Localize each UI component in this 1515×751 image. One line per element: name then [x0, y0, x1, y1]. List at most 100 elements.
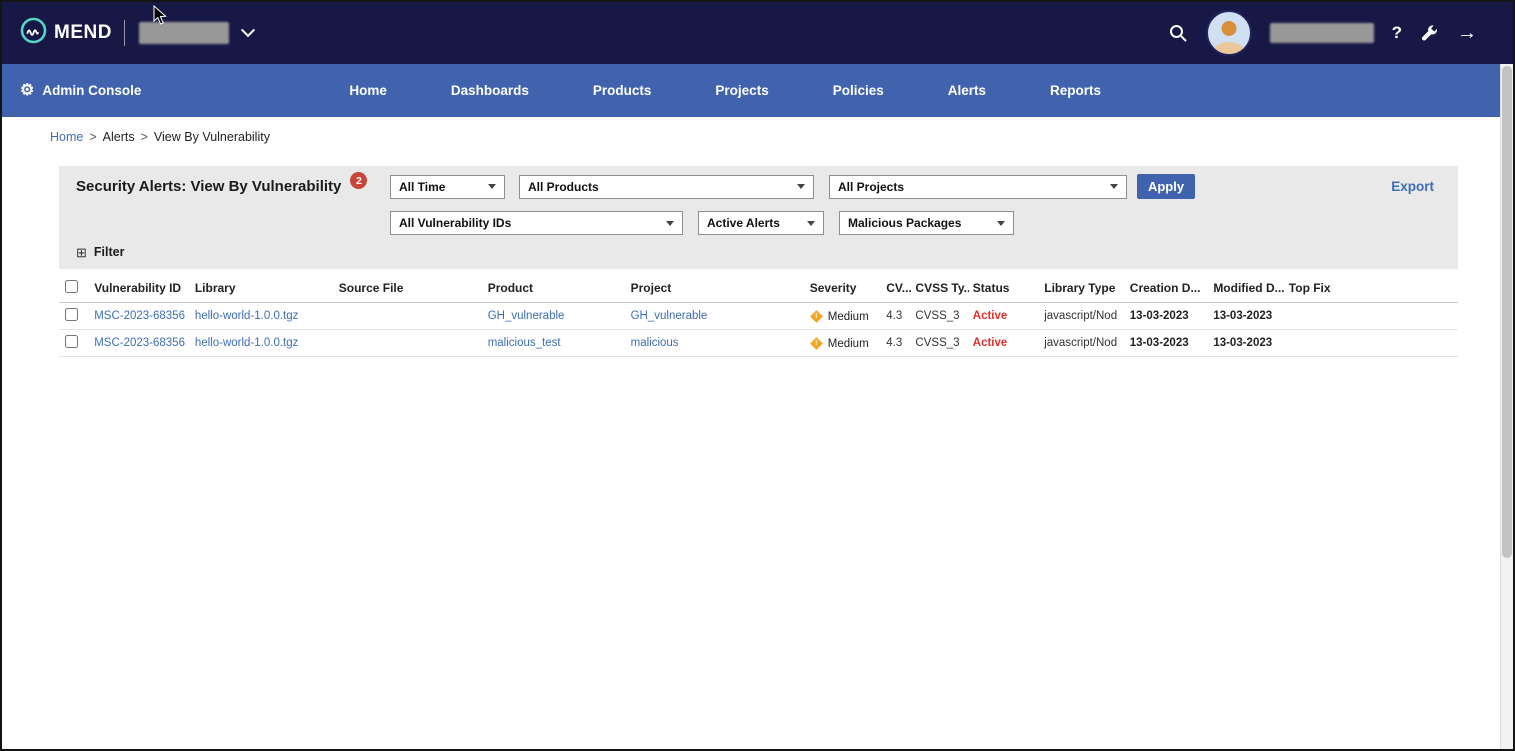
col-vulnerability-id[interactable]: Vulnerability ID [90, 274, 191, 303]
row-checkbox-cell [59, 330, 90, 357]
nav-items: Home Dashboards Products Projects Polici… [349, 83, 1101, 98]
logout-arrow-icon[interactable]: → [1457, 22, 1477, 45]
admin-console-link[interactable]: ⚙ Admin Console [20, 83, 141, 99]
topbar-divider [124, 20, 125, 46]
search-icon[interactable] [1168, 23, 1188, 43]
filter-row-1: Security Alerts: View By Vulnerability 2… [71, 174, 1446, 199]
time-range-value: All Time [399, 180, 445, 194]
col-library-type[interactable]: Library Type [1040, 274, 1126, 303]
cell-severity: ! Medium [806, 303, 882, 330]
alerts-table: Vulnerability ID Library Source File Pro… [59, 274, 1458, 357]
col-cvss-type[interactable]: CVSS Ty... [911, 274, 968, 303]
products-value: All Products [528, 180, 599, 194]
vertical-scrollbar-track[interactable] [1500, 64, 1513, 749]
project-link[interactable]: GH_vulnerable [631, 310, 708, 322]
col-creation-date[interactable]: Creation D... [1126, 274, 1210, 303]
col-severity[interactable]: Severity [806, 274, 882, 303]
org-chevron-down-icon[interactable] [241, 23, 255, 37]
library-link[interactable]: hello-world-1.0.0.tgz [195, 337, 299, 349]
cell-cvss-type: CVSS_3 [911, 330, 968, 357]
nav-item-alerts[interactable]: Alerts [948, 83, 986, 98]
nav-item-products[interactable]: Products [593, 83, 652, 98]
severity-label: Medium [828, 311, 869, 323]
user-name-redacted[interactable] [1270, 23, 1374, 43]
row-checkbox[interactable] [65, 335, 78, 348]
library-link[interactable]: hello-world-1.0.0.tgz [195, 310, 299, 322]
nav-item-home[interactable]: Home [349, 83, 387, 98]
vulnerability-link[interactable]: MSC-2023-68356 [94, 337, 185, 349]
cell-modified-date: 13-03-2023 [1209, 330, 1284, 357]
export-link[interactable]: Export [1391, 179, 1434, 194]
cell-source-file [335, 330, 484, 357]
product-link[interactable]: GH_vulnerable [488, 310, 565, 322]
col-project[interactable]: Project [627, 274, 806, 303]
select-all-header [59, 274, 90, 303]
col-top-fix[interactable]: Top Fix [1285, 274, 1458, 303]
alerts-table-body: MSC-2023-68356 hello-world-1.0.0.tgz GH_… [59, 303, 1458, 357]
apply-button[interactable]: Apply [1137, 174, 1195, 199]
breadcrumb-separator: > [89, 130, 96, 144]
select-caret-icon [797, 184, 805, 189]
nav-item-reports[interactable]: Reports [1050, 83, 1101, 98]
alert-type-select[interactable]: Malicious Packages [839, 211, 1014, 235]
col-source-file[interactable]: Source File [335, 274, 484, 303]
products-select[interactable]: All Products [519, 175, 814, 199]
help-icon[interactable]: ? [1392, 23, 1402, 43]
mend-logo[interactable]: MEND [20, 17, 112, 49]
nav-item-dashboards[interactable]: Dashboards [451, 83, 529, 98]
brand-name: MEND [54, 22, 112, 44]
vertical-scrollbar-thumb[interactable] [1502, 66, 1512, 558]
vulnerability-link[interactable]: MSC-2023-68356 [94, 310, 185, 322]
avatar-torso [1214, 42, 1244, 56]
cell-library-type: javascript/Nod [1040, 330, 1126, 357]
alerts-table-header: Vulnerability ID Library Source File Pro… [59, 274, 1458, 303]
severity-label: Medium [828, 338, 869, 350]
col-modified-date[interactable]: Modified D... [1209, 274, 1284, 303]
breadcrumb-home[interactable]: Home [50, 130, 83, 144]
nav-item-policies[interactable]: Policies [833, 83, 884, 98]
select-all-checkbox[interactable] [65, 280, 78, 293]
alert-status-value: Active Alerts [707, 216, 780, 230]
project-link[interactable]: malicious [631, 337, 679, 349]
cell-product: GH_vulnerable [484, 303, 627, 330]
col-library[interactable]: Library [191, 274, 335, 303]
select-caret-icon [1110, 184, 1118, 189]
row-checkbox[interactable] [65, 308, 78, 321]
product-link[interactable]: malicious_test [488, 337, 561, 349]
time-range-select[interactable]: All Time [390, 175, 505, 199]
select-caret-icon [488, 184, 496, 189]
projects-value: All Projects [838, 180, 904, 194]
user-avatar[interactable] [1206, 10, 1252, 56]
select-caret-icon [666, 221, 674, 226]
projects-select[interactable]: All Projects [829, 175, 1127, 199]
org-selector-redacted[interactable] [139, 22, 229, 44]
filter-expander[interactable]: ⊞ Filter [76, 245, 1446, 259]
cell-library: hello-world-1.0.0.tgz [191, 303, 335, 330]
col-cvss-score[interactable]: CV... [882, 274, 911, 303]
alert-type-value: Malicious Packages [848, 216, 961, 230]
col-product[interactable]: Product [484, 274, 627, 303]
status-badge: Active [973, 310, 1008, 322]
breadcrumb: Home > Alerts > View By Vulnerability [2, 117, 1513, 157]
col-status[interactable]: Status [969, 274, 1040, 303]
breadcrumb-alerts: Alerts [103, 130, 135, 144]
app-window: MEND ? → ⚙ [0, 0, 1515, 751]
topbar-right-group: ? → [1168, 10, 1477, 56]
table-row: MSC-2023-68356 hello-world-1.0.0.tgz mal… [59, 330, 1458, 357]
cell-project: GH_vulnerable [627, 303, 806, 330]
cell-project: malicious [627, 330, 806, 357]
expand-plus-icon: ⊞ [76, 246, 87, 259]
admin-console-label: Admin Console [42, 83, 141, 98]
alert-status-select[interactable]: Active Alerts [698, 211, 824, 235]
wrench-icon[interactable] [1420, 24, 1439, 43]
filter-row-2: All Vulnerability IDs Active Alerts Mali… [390, 211, 1446, 235]
cell-modified-date: 13-03-2023 [1209, 303, 1284, 330]
filter-label: Filter [94, 245, 125, 259]
nav-item-projects[interactable]: Projects [715, 83, 768, 98]
cell-top-fix [1285, 303, 1458, 330]
cell-cvss-type: CVSS_3 [911, 303, 968, 330]
select-caret-icon [807, 221, 815, 226]
cell-source-file [335, 303, 484, 330]
vulnerability-ids-select[interactable]: All Vulnerability IDs [390, 211, 683, 235]
breadcrumb-current: View By Vulnerability [154, 130, 270, 144]
